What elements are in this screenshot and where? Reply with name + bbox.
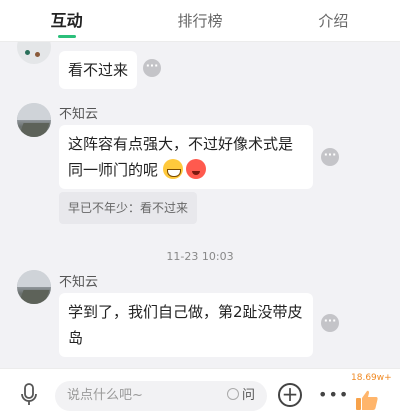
user-name: 不知云 [59, 275, 99, 290]
heart-eyes-icon [185, 159, 206, 179]
tab-intro[interactable]: 介绍 [267, 0, 400, 41]
microphone-icon[interactable] [18, 383, 40, 407]
more-icon[interactable]: ··· [143, 59, 161, 77]
avatar[interactable] [17, 42, 51, 64]
message-bubble[interactable]: 学到了，我们自己做，第2趾没带皮岛 [59, 293, 313, 357]
message-bubble[interactable]: 这阵容有点强大，不过好像术式是同一师门的呢 [59, 125, 313, 189]
avatar[interactable] [17, 103, 51, 137]
user-name: 不知云 [59, 107, 99, 122]
more-icon[interactable]: ··· [321, 314, 339, 332]
bottom-toolbar: 说点什么吧~ 问 + ••• 18.69w+ [0, 368, 400, 420]
comment-input[interactable]: 说点什么吧~ 问 [55, 381, 267, 411]
tab-interaction[interactable]: 互动 [0, 0, 133, 41]
more-options-icon[interactable]: ••• [318, 385, 349, 404]
tab-bar: 互动 排行榜 介绍 [0, 0, 400, 42]
avatar[interactable] [17, 270, 51, 304]
grin-icon [162, 159, 183, 179]
thumbs-up-icon[interactable] [355, 389, 379, 411]
ask-toggle[interactable]: 问 [226, 381, 255, 411]
input-placeholder: 说点什么吧~ [67, 388, 143, 403]
add-button[interactable]: + [278, 383, 302, 407]
tab-leaderboard[interactable]: 排行榜 [133, 0, 266, 41]
message-bubble[interactable]: 看不过来 [59, 51, 138, 89]
like-count: 18.69w+ [351, 373, 392, 383]
ask-label: 问 [241, 388, 255, 403]
radio-icon [226, 388, 239, 400]
timestamp: 11-23 10:03 [166, 250, 234, 263]
quoted-reply[interactable]: 早已不年少：看不过来 [59, 192, 198, 224]
more-icon[interactable]: ··· [321, 148, 339, 166]
message-feed[interactable]: 看不过来 ··· 不知云 这阵容有点强大，不过好像术式是同一师门的呢 ··· 早… [0, 42, 400, 368]
